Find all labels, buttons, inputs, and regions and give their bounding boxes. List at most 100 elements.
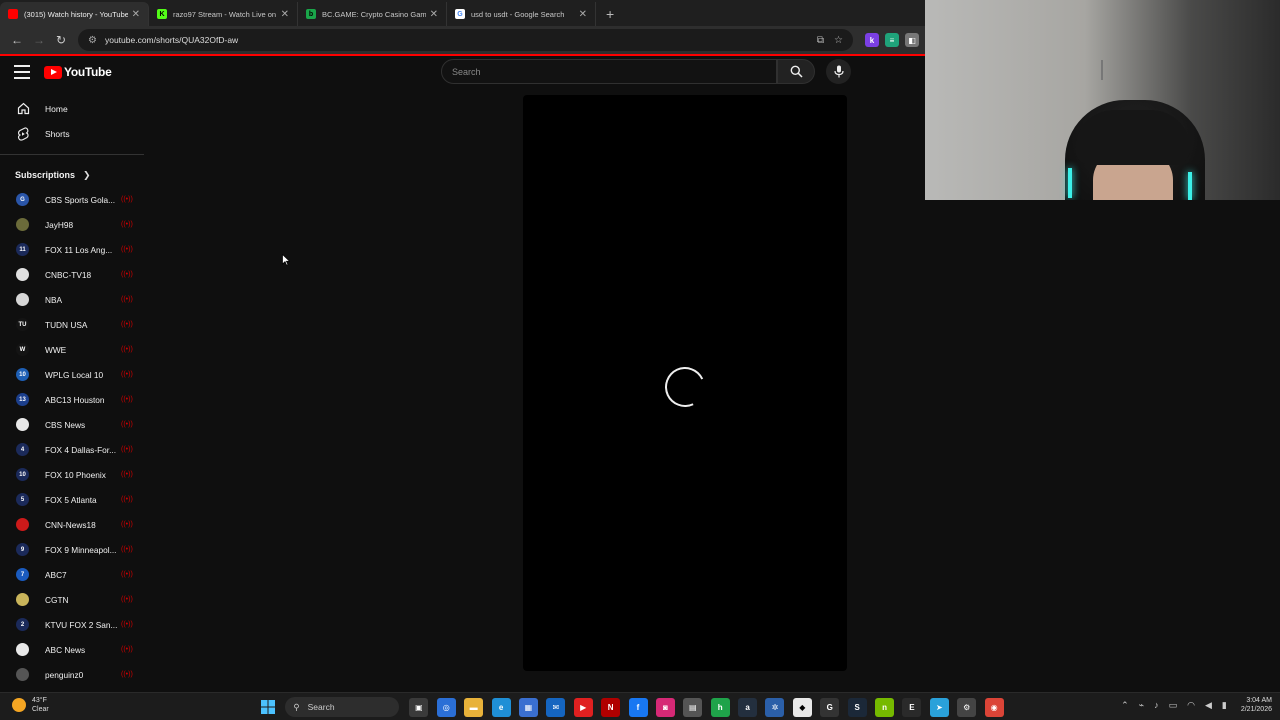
search-icon: ⚲: [293, 701, 300, 712]
address-bar[interactable]: ⚙ youtube.com/shorts/QUA32OfD-aw ⧉ ☆: [78, 29, 853, 51]
steam-icon[interactable]: S: [847, 697, 867, 717]
youtube-app-icon[interactable]: ▶: [573, 697, 593, 717]
extension-puzzle-icon[interactable]: ◧: [905, 33, 919, 47]
subscription-item[interactable]: 5 FOX 5 Atlanta ((•)): [0, 487, 144, 512]
windows-start-icon[interactable]: [258, 698, 277, 717]
subscription-item[interactable]: G CBS Sports Gola... ((•)): [0, 187, 144, 212]
subscription-item[interactable]: CGTN ((•)): [0, 587, 144, 612]
sidebar-item-home[interactable]: Home: [0, 96, 144, 121]
system-tray: ⌃ ⌁ ♪ ▭ ◠ ◀ ▮ 3:04 AM 2/21/2026: [1121, 696, 1272, 714]
extension-green-icon[interactable]: ≡: [885, 33, 899, 47]
chrome-icon[interactable]: ◉: [984, 697, 1004, 717]
roblox-icon[interactable]: ◆: [792, 697, 812, 717]
subscriptions-header[interactable]: Subscriptions ❯: [0, 163, 144, 187]
weather-widget[interactable]: 43°F Clear: [12, 696, 49, 714]
epic-games-icon[interactable]: E: [902, 697, 922, 717]
subscription-item[interactable]: 10 FOX 10 Phoenix ((•)): [0, 462, 144, 487]
app-gear-icon[interactable]: ⚙: [957, 697, 977, 717]
channel-name: ABC13 Houston: [45, 394, 105, 405]
forward-button[interactable]: →: [28, 29, 50, 51]
browser-tab[interactable]: Gusd to usdt - Google Search ✕: [447, 2, 596, 26]
channel-name: KTVU FOX 2 San...: [45, 619, 118, 630]
tray-display-icon[interactable]: ▭: [1169, 700, 1178, 711]
tab-close-icon[interactable]: ✕: [579, 9, 587, 20]
channel-avatar: [16, 218, 29, 231]
subscription-item[interactable]: 2 KTVU FOX 2 San... ((•)): [0, 612, 144, 637]
youtube-logo[interactable]: YouTube: [44, 65, 112, 79]
browser-tab[interactable]: Krazo97 Stream - Watch Live on ✕: [149, 2, 298, 26]
channel-name: CBS News: [45, 419, 86, 430]
taskbar-clock[interactable]: 3:04 AM 2/21/2026: [1241, 696, 1272, 714]
browser-tab[interactable]: (3015) Watch history - YouTube ✕: [0, 2, 149, 26]
subscription-item[interactable]: 7 ABC7 ((•)): [0, 562, 144, 587]
subscription-item[interactable]: 11 FOX 11 Los Ang... ((•)): [0, 237, 144, 262]
extension-k-icon[interactable]: k: [865, 33, 879, 47]
subscription-item[interactable]: CBS News ((•)): [0, 412, 144, 437]
search-button[interactable]: [777, 59, 815, 84]
subscription-item[interactable]: CNN-News18 ((•)): [0, 512, 144, 537]
netflix-icon[interactable]: N: [601, 697, 621, 717]
subscription-item[interactable]: 13 ABC13 Houston ((•)): [0, 387, 144, 412]
shorts-video-player[interactable]: [523, 95, 847, 671]
tray-wifi-icon[interactable]: ◠: [1187, 700, 1195, 711]
subscription-item[interactable]: NBA ((•)): [0, 287, 144, 312]
settings-app-icon[interactable]: ✲: [765, 697, 785, 717]
taskbar-search[interactable]: ⚲ Search: [285, 697, 400, 717]
live-indicator-icon: ((•)): [121, 321, 133, 328]
new-tab-plus-icon[interactable]: +: [596, 2, 624, 26]
tab-close-icon[interactable]: ✕: [430, 9, 438, 20]
subscription-item[interactable]: JayH98 ((•)): [0, 212, 144, 237]
subscription-item[interactable]: CNBC-TV18 ((•)): [0, 262, 144, 287]
tab-close-icon[interactable]: ✕: [132, 9, 140, 20]
store-icon[interactable]: ▦: [518, 697, 538, 717]
hamburger-menu-icon[interactable]: [14, 65, 30, 79]
nvidia-icon[interactable]: n: [875, 697, 895, 717]
subscription-item[interactable]: W WWE ((•)): [0, 337, 144, 362]
right-empty-area: [925, 200, 1280, 692]
search-icon: [790, 65, 803, 78]
hulu-icon[interactable]: h: [710, 697, 730, 717]
tray-volume-icon[interactable]: ◀: [1205, 700, 1212, 711]
search-input[interactable]: Search: [441, 59, 777, 84]
install-app-icon[interactable]: ⧉: [817, 35, 824, 46]
tray-overflow-chevron-icon[interactable]: ⌃: [1121, 700, 1129, 711]
tray-battery-icon[interactable]: ▮: [1222, 700, 1227, 711]
copilot-icon[interactable]: ◎: [436, 697, 456, 717]
subscription-item[interactable]: 4 FOX 4 Dallas-For... ((•)): [0, 437, 144, 462]
amazon-icon[interactable]: a: [738, 697, 758, 717]
telegram-icon[interactable]: ➤: [929, 697, 949, 717]
reload-button[interactable]: ↻: [50, 29, 72, 51]
tab-close-icon[interactable]: ✕: [281, 9, 289, 20]
channel-avatar: 10: [16, 468, 29, 481]
subscription-item[interactable]: penguinz0 ((•)): [0, 662, 144, 687]
channel-avatar: 2: [16, 618, 29, 631]
channel-name: FOX 4 Dallas-For...: [45, 444, 117, 455]
back-button[interactable]: ←: [6, 29, 28, 51]
voice-search-button[interactable]: [826, 59, 851, 84]
channel-avatar: 9: [16, 543, 29, 556]
site-info-icon[interactable]: ⚙: [88, 35, 97, 46]
instagram-icon[interactable]: ◙: [655, 697, 675, 717]
clock-time: 3:04 AM: [1246, 697, 1272, 704]
bookmark-star-icon[interactable]: ☆: [834, 35, 843, 46]
edge-icon[interactable]: e: [491, 697, 511, 717]
app-g-icon[interactable]: G: [820, 697, 840, 717]
subscription-item[interactable]: TU TUDN USA ((•)): [0, 312, 144, 337]
subscription-item[interactable]: ABC News ((•)): [0, 637, 144, 662]
file-explorer-icon[interactable]: ▬: [464, 697, 484, 717]
sidebar-item-shorts[interactable]: Shorts: [0, 121, 144, 146]
subscription-item[interactable]: 9 FOX 9 Minneapol... ((•)): [0, 537, 144, 562]
mail-icon[interactable]: ✉: [546, 697, 566, 717]
facebook-icon[interactable]: f: [628, 697, 648, 717]
browser-tab[interactable]: b BC.GAME: Crypto Casino Game ✕: [298, 2, 447, 26]
windows-taskbar: 43°F Clear ⚲ Search ▣ ◎ ▬ e ▦ ✉ ▶ N f ◙ …: [0, 692, 1280, 720]
tab-favicon-icon: K: [157, 9, 167, 19]
task-view-icon[interactable]: ▣: [409, 697, 429, 717]
microphone-icon: [833, 65, 844, 78]
tray-network-icon[interactable]: ⌁: [1139, 700, 1144, 711]
tab-favicon-icon: b: [306, 9, 316, 19]
channel-avatar: [16, 293, 29, 306]
subscription-item[interactable]: 10 WPLG Local 10 ((•)): [0, 362, 144, 387]
calculator-icon[interactable]: ▤: [683, 697, 703, 717]
tray-mic-icon[interactable]: ♪: [1154, 700, 1159, 710]
